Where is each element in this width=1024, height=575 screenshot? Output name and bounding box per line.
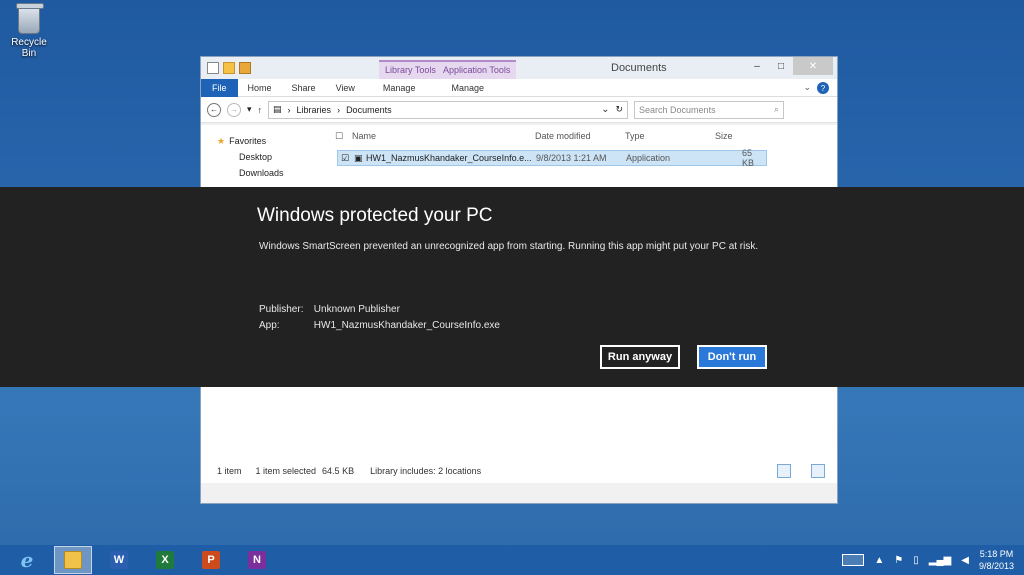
column-type[interactable]: Type [625,131,645,141]
recycle-bin-icon [16,3,44,34]
taskbar-powerpoint[interactable]: P [192,546,230,574]
close-icon[interactable]: ✕ [793,57,833,75]
smartscreen-dialog: Windows protected your PC Windows SmartS… [0,187,1024,387]
quick-access-toolbar [201,62,251,74]
large-icons-view-icon[interactable] [811,464,825,478]
powerpoint-icon: P [202,551,220,569]
nav-downloads[interactable]: Downloads [217,165,284,181]
address-dropdown-icon[interactable]: ⌄ [601,104,609,115]
taskbar-excel[interactable]: X [146,546,184,574]
run-anyway-button[interactable]: Run anyway [600,345,680,369]
taskbar-onenote[interactable]: N [238,546,276,574]
refresh-icon[interactable]: ↻ [615,104,623,115]
dialog-message: Windows SmartScreen prevented an unrecog… [259,241,759,252]
status-bar: 1 item 1 item selected 64.5 KB Library i… [201,459,837,483]
recycle-bin-shortcut[interactable]: Recycle Bin [4,3,54,59]
tab-share[interactable]: Share [282,83,326,93]
system-tray: ▲ ⚑ ▯ ▂▄▆ ◀ 5:18 PM 9/8/2013 [842,545,1014,575]
file-row[interactable]: ☑ ▣ HW1_NazmusKhandaker_CourseInfo.e... … [337,148,767,168]
recent-locations-icon[interactable]: ▾ [247,104,252,115]
taskbar-file-explorer[interactable] [54,546,92,574]
status-selection: 1 item selected [255,466,317,476]
file-type: Application [626,153,671,163]
breadcrumb-documents[interactable]: Documents [346,105,392,115]
taskbar-word[interactable]: W [100,546,138,574]
library-tools-tab[interactable]: Library Tools [379,60,442,79]
dont-run-button[interactable]: Don't run [697,345,767,369]
tab-home[interactable]: Home [238,83,282,93]
up-icon[interactable]: ↑ [258,105,263,115]
file-name: HW1_NazmusKhandaker_CourseInfo.e... [366,153,532,163]
status-library: Library includes: 2 locations [370,466,482,476]
tab-manage-application[interactable]: Manage [441,83,494,93]
view-toggle [761,464,825,478]
address-path[interactable]: ▤ › Libraries › Documents ⌄ ↻ [268,100,629,119]
tab-file[interactable]: File [201,78,238,97]
maximize-icon[interactable]: □ [769,57,793,75]
application-tools-tab[interactable]: Application Tools [437,60,517,79]
tab-view[interactable]: View [326,83,365,93]
ribbon-tabs: File Home Share View Manage Manage ⌄ ? [201,78,837,97]
show-hidden-icons-icon[interactable]: ▲ [874,555,884,566]
touch-keyboard-icon[interactable] [842,554,865,566]
clock-time: 5:18 PM [979,549,1014,559]
breadcrumb-libraries[interactable]: Libraries [297,105,332,115]
column-date-modified[interactable]: Date modified [535,131,591,141]
internet-explorer-icon: e [20,548,34,572]
window-controls: – □ ✕ [745,57,833,75]
tab-manage-library[interactable]: Manage [373,83,426,93]
status-count: 1 item [217,466,242,476]
new-folder-icon[interactable] [223,62,235,74]
taskbar-internet-explorer[interactable]: e [8,546,46,574]
forward-icon[interactable]: → [227,102,241,117]
app-value: HW1_NazmusKhandaker_CourseInfo.exe [313,320,500,331]
file-size: 65 KB [742,148,755,168]
details-view-icon[interactable] [777,464,791,478]
word-icon: W [110,551,128,569]
clock[interactable]: 5:18 PM 9/8/2013 [979,548,1014,572]
recycle-bin-label: Recycle Bin [11,37,47,59]
minimize-icon[interactable]: – [745,57,769,75]
address-bar: ← → ▾ ↑ ▤ › Libraries › Documents ⌄ ↻ Se… [201,97,837,123]
search-placeholder: Search Documents [639,104,716,115]
publisher-row: Publisher: Unknown Publisher [259,302,500,318]
file-explorer-icon [64,551,82,569]
dialog-title: Windows protected your PC [257,205,493,226]
star-icon: ★ [217,136,226,146]
select-all-checkbox[interactable]: ☐ [335,131,343,142]
explorer-titlebar: Library Tools Application Tools Document… [201,57,837,79]
file-checkbox[interactable]: ☑ [341,153,349,164]
properties-icon[interactable] [207,62,219,74]
taskbar: e W X P N ▲ ⚑ ▯ ▂▄▆ ◀ 5:18 PM 9/8/2013 [0,545,1024,575]
navigation-pane: ★ Favorites Desktop Downloads [217,133,284,181]
back-icon[interactable]: ← [207,102,221,117]
nav-desktop[interactable]: Desktop [217,149,284,165]
search-input[interactable]: Search Documents ⌕ [634,100,785,119]
battery-icon[interactable]: ▯ [913,555,919,566]
ribbon-help-area: ⌄ ? [803,82,829,94]
window-title: Documents [611,62,667,74]
action-center-flag-icon[interactable]: ⚑ [894,555,903,566]
column-size[interactable]: Size [715,131,733,141]
volume-icon[interactable]: ◀ [961,555,969,566]
status-size: 64.5 KB [322,466,355,476]
library-icon: ▤ [273,104,282,114]
excel-icon: X [156,551,174,569]
folder-icon[interactable] [239,62,251,74]
column-name[interactable]: Name [352,131,376,141]
search-icon: ⌕ [773,104,780,114]
nav-favorites[interactable]: ★ Favorites [217,133,284,149]
onenote-icon: N [248,551,266,569]
app-row: App: HW1_NazmusKhandaker_CourseInfo.exe [259,318,500,334]
app-label: App: [259,320,280,331]
publisher-value: Unknown Publisher [313,304,400,315]
dialog-details: Publisher: Unknown Publisher App: HW1_Na… [259,302,500,334]
application-icon: ▣ [354,152,363,163]
publisher-label: Publisher: [259,304,304,315]
network-icon[interactable]: ▂▄▆ [929,555,951,566]
file-date: 9/8/2013 1:21 AM [536,153,607,163]
expand-ribbon-icon[interactable]: ⌄ [803,82,811,94]
help-icon[interactable]: ? [817,82,829,94]
clock-date: 9/8/2013 [978,561,1014,571]
